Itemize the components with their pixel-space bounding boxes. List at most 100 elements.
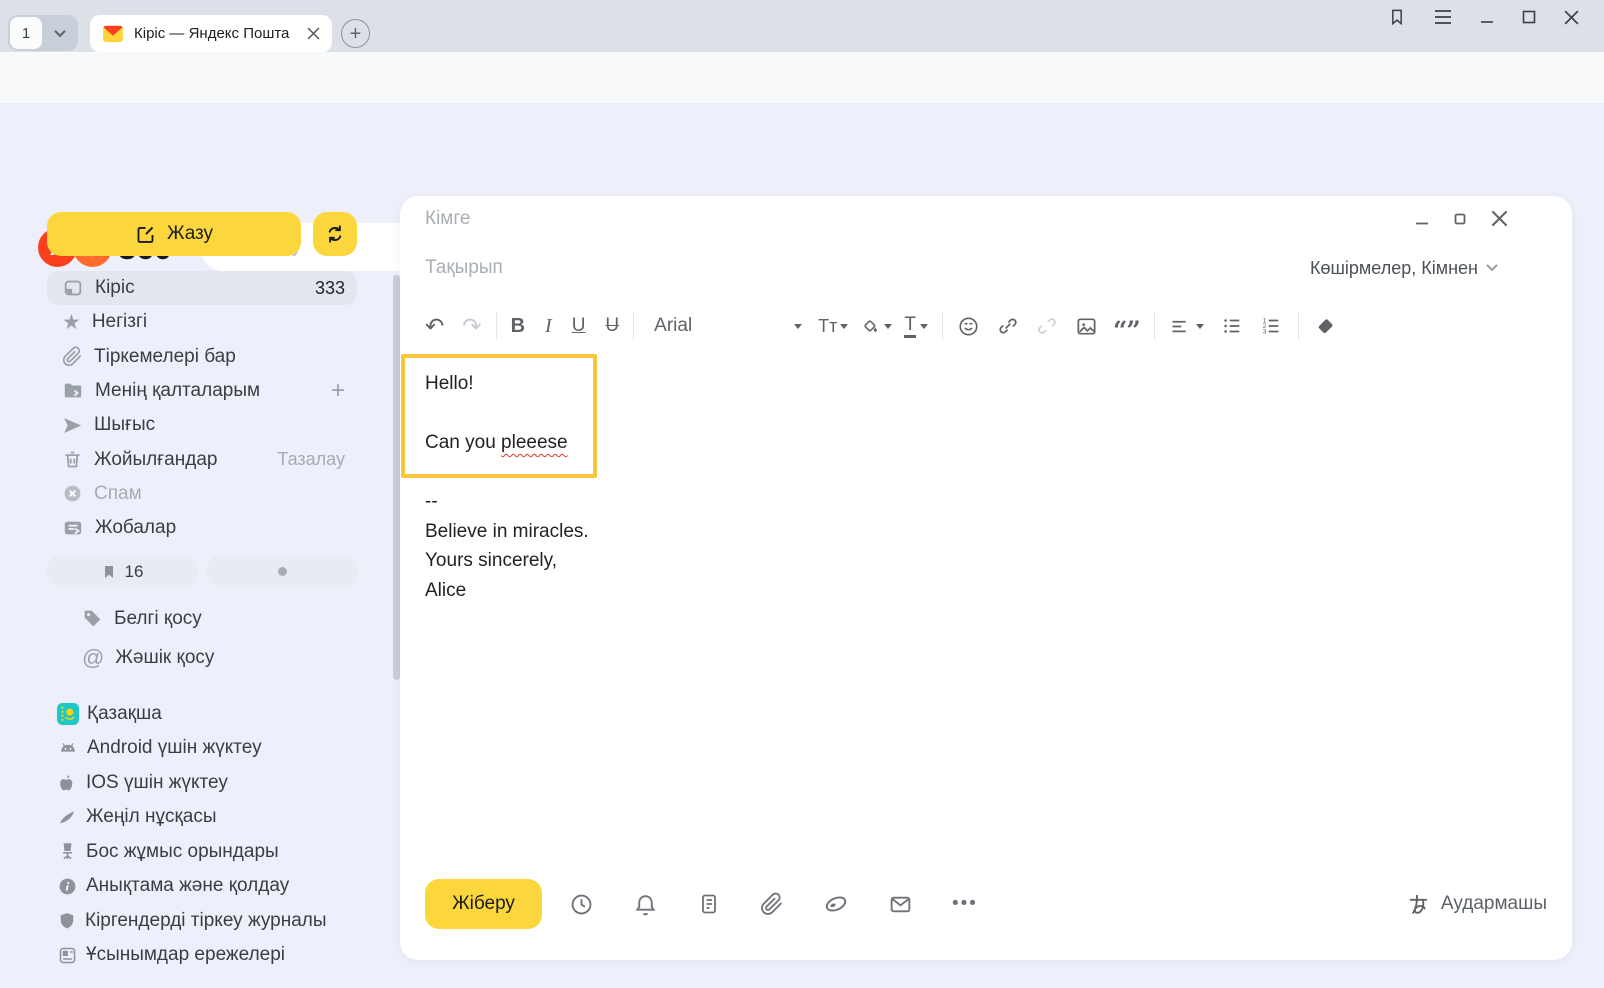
sidebar-item-important[interactable]: ★ Негізгі — [47, 305, 357, 339]
undo-icon[interactable]: ↶ — [425, 313, 444, 340]
maximize-icon[interactable] — [1521, 9, 1537, 25]
svg-text:3: 3 — [1263, 329, 1267, 336]
bookmarks-panel-icon[interactable] — [1387, 6, 1407, 28]
underline-button[interactable]: U — [572, 315, 586, 337]
sidebar-item-projects[interactable]: Жобалар — [47, 511, 357, 545]
sidebar-item-inbox[interactable]: Кіріс 333 — [47, 271, 357, 305]
new-tab-button[interactable]: + — [341, 19, 370, 48]
menu-icon[interactable] — [1433, 8, 1453, 26]
sidebar-item-attachments[interactable]: Тіркемелері бар — [47, 340, 357, 374]
signature-line: Yours sincerely, — [425, 546, 589, 576]
info-icon — [57, 876, 78, 897]
link-language[interactable]: Қазақша — [47, 696, 357, 731]
translator-button[interactable]: Аудармашы — [1406, 892, 1547, 917]
sidebar-tabs: 16 — [47, 556, 357, 587]
fill-color-button[interactable] — [860, 316, 892, 337]
bullet-list-icon[interactable] — [1221, 315, 1243, 337]
tab-counter-group[interactable]: 1 — [8, 15, 78, 51]
bookmark-tab-icon — [101, 564, 117, 580]
font-size-button[interactable]: Тт — [818, 316, 848, 337]
italic-button[interactable]: I — [545, 315, 552, 338]
compose-button[interactable]: Жазу — [47, 212, 301, 256]
tab-title: Кіріс — Яндекс Пошта — [134, 25, 297, 42]
link-ios[interactable]: IOS үшін жүктеу — [47, 765, 357, 800]
spam-icon — [62, 483, 83, 504]
sidebar-scrollbar[interactable] — [393, 275, 400, 680]
link-recommendation-rules[interactable]: Ұсынымдар ережелері — [47, 938, 357, 973]
add-folder-icon[interactable]: + — [331, 377, 345, 405]
text-color-button[interactable]: T — [904, 314, 928, 339]
sidebar-item-my-folders[interactable]: Менің қалталарым + — [47, 374, 357, 408]
font-family-select[interactable]: Arial — [654, 315, 802, 337]
clear-trash-link[interactable]: Тазалау — [277, 449, 345, 470]
compose-window-controls — [1414, 209, 1509, 228]
cc-from-toggle[interactable]: Көшірмелер, Кімнен — [1310, 258, 1496, 279]
notify-bell-icon[interactable] — [633, 892, 658, 917]
envelope-icon[interactable] — [888, 892, 913, 917]
kazakh-flag-icon — [57, 703, 79, 725]
tab-counter[interactable]: 1 — [10, 17, 42, 49]
schedule-clock-icon[interactable] — [569, 892, 594, 917]
inbox-count: 333 — [315, 278, 345, 299]
compose-actions-bar: Жіберу ••• Аудармашы — [425, 879, 1547, 929]
strikethrough-button[interactable]: U — [605, 315, 619, 337]
shield-icon — [57, 911, 77, 931]
eraser-icon[interactable] — [1315, 315, 1337, 337]
minimize-icon[interactable] — [1479, 9, 1495, 25]
link-icon[interactable] — [997, 315, 1019, 337]
tab-close-icon[interactable] — [307, 27, 320, 40]
document-icon — [57, 945, 78, 966]
compose-close-icon[interactable] — [1490, 209, 1509, 228]
tab-list-chevron-icon[interactable] — [44, 17, 76, 49]
compose-minimize-icon[interactable] — [1414, 211, 1430, 227]
add-mailbox-item[interactable]: @ Жәшік қосу — [47, 638, 357, 677]
quote-icon[interactable]: “” — [1113, 310, 1140, 343]
window-controls — [1387, 6, 1580, 28]
template-note-icon[interactable] — [697, 892, 721, 916]
inbox-icon — [62, 277, 84, 299]
compose-expand-icon[interactable] — [1454, 213, 1466, 225]
message-body-editor[interactable]: Hello! Can you pleeese -- Believe in mir… — [425, 369, 589, 605]
sidebar-item-spam[interactable]: Спам — [47, 477, 357, 511]
link-light-version[interactable]: Жеңіл нұсқасы — [47, 800, 357, 835]
emoji-icon[interactable] — [957, 315, 980, 338]
body-line — [425, 458, 589, 488]
browser-tab-strip: 1 Кіріс — Яндекс Пошта + — [0, 0, 1604, 52]
browser-tab[interactable]: Кіріс — Яндекс Пошта — [90, 15, 332, 52]
compose-window: Кімге Тақырып Көшірмелер, Кімнен ↶ ↷ B I… — [400, 196, 1572, 960]
refresh-button[interactable] — [313, 212, 357, 256]
dot-tab[interactable] — [207, 556, 357, 587]
numbered-list-icon[interactable]: 123 — [1260, 315, 1282, 337]
bookmarks-tab[interactable]: 16 — [47, 556, 197, 587]
link-login-journal[interactable]: Кіргендерді тіркеу журналы — [47, 903, 357, 938]
chevron-down-icon — [1486, 259, 1497, 270]
yandex-mail-icon — [102, 25, 124, 43]
attach-paperclip-icon[interactable] — [760, 892, 784, 916]
subject-field[interactable]: Тақырып — [425, 257, 503, 279]
star-icon: ★ — [62, 310, 81, 335]
insert-image-icon[interactable] — [1075, 315, 1098, 338]
dot-icon — [278, 567, 287, 576]
signature-line: Believe in miracles. — [425, 517, 589, 547]
align-button[interactable] — [1169, 316, 1204, 337]
link-help[interactable]: Анықтама және қолдау — [47, 869, 357, 904]
yandex-disk-icon[interactable] — [823, 891, 849, 917]
unlink-icon[interactable] — [1036, 315, 1058, 337]
send-button[interactable]: Жіберу — [425, 879, 542, 929]
sidebar-item-trash[interactable]: Жойылғандар Тазалау — [47, 442, 357, 476]
link-android[interactable]: Android үшін жүктеу — [47, 731, 357, 766]
signature-line: Alice — [425, 576, 589, 606]
link-vacancies[interactable]: Бос жұмыс орындары — [47, 834, 357, 869]
formatting-toolbar: ↶ ↷ B I U U Arial Тт T — [425, 307, 1337, 345]
more-actions-icon[interactable]: ••• — [952, 893, 978, 915]
projects-icon — [62, 517, 84, 539]
sidebar-item-sent[interactable]: Шығыс — [47, 408, 357, 442]
bold-button[interactable]: B — [511, 315, 525, 338]
browser-address-bar: ← Я ↻ mail.yandex.ru Кіріс — Яндекс Пошт… — [0, 52, 1604, 104]
redo-icon[interactable]: ↷ — [462, 313, 481, 340]
tag-icon — [82, 608, 103, 629]
feather-icon — [57, 807, 78, 828]
add-label-item[interactable]: Белгі қосу — [47, 599, 357, 638]
close-icon[interactable] — [1563, 9, 1580, 26]
to-field[interactable]: Кімге — [425, 208, 470, 230]
